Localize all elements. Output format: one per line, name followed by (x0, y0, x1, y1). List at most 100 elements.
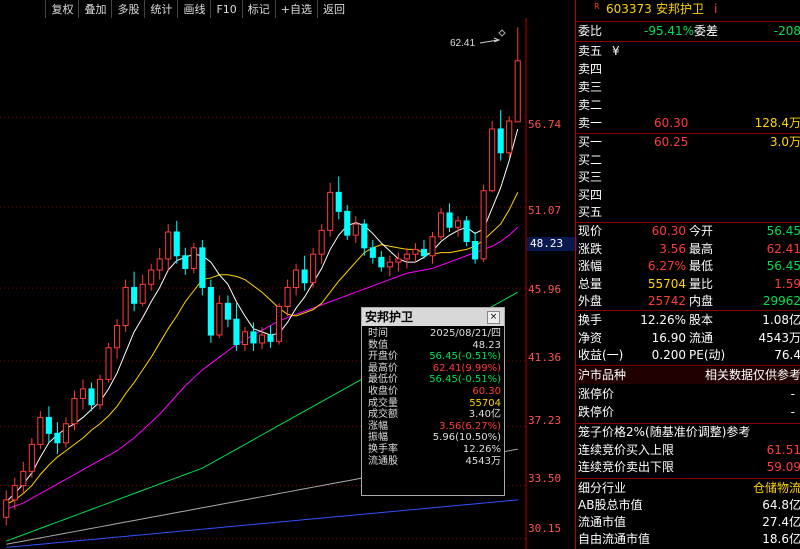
quote-row: 总量 55704 量比 1.59 (576, 276, 800, 293)
limit-up-label: 涨停价 (578, 387, 615, 401)
toolbar-f10-button[interactable]: F10 (210, 0, 241, 18)
candle (455, 216, 462, 237)
quote-value: 6.27% (647, 259, 686, 273)
candle (139, 274, 146, 307)
quote-panel: R 603373 安邦护卫 i 委比 -95.41% 委差 -208 卖五 ¥ 卖四… (575, 0, 800, 549)
candle (28, 438, 35, 478)
popup-row-value: 2025/08/21/四 (429, 328, 501, 339)
sell-level-row[interactable]: 卖四 (576, 61, 800, 78)
float-market-cap-label: 流通市值 (578, 515, 627, 529)
buy-level-label: 买二 (578, 152, 603, 167)
candle (472, 231, 479, 264)
sell-level-label: 卖二 (578, 98, 603, 112)
candle (20, 461, 27, 494)
candle (79, 379, 87, 410)
weicha-value: -208 (773, 24, 800, 38)
sell-level-label: 卖四 (578, 62, 603, 76)
buy-level-label: 买三 (578, 170, 603, 184)
stat-label-2: PE(动) (689, 348, 726, 362)
candle (420, 239, 428, 259)
close-icon[interactable]: × (487, 311, 500, 324)
stock-code: 603373 (606, 2, 652, 16)
limit-down-label: 跌停价 (578, 405, 615, 419)
popup-row-label: 涨幅 (368, 420, 388, 432)
sell-level-row[interactable]: 卖五 ¥ (576, 43, 800, 60)
candle (463, 216, 470, 247)
quote-value: 25742 (647, 294, 686, 308)
high-price-marker: 62.41 (450, 29, 506, 49)
price-axis-label: 45.96 (528, 283, 562, 296)
quote-label-2: 今开 (689, 224, 714, 238)
stat-value-2: 76.4 (774, 348, 800, 362)
popup-row-label: 振幅 (368, 432, 388, 444)
industry-label: 细分行业 (578, 481, 627, 495)
kline-chart-area[interactable]: 62.41 复权 叠加 多股 统计 画线 F10 标记 +自选 返回 56.74… (0, 0, 577, 549)
buy-level-label: 买五 (578, 205, 603, 219)
popup-row: 开盘价 56.45(-0.51%) (362, 351, 504, 363)
weicha-label: 委差 (694, 24, 719, 38)
candle (122, 279, 129, 332)
stat-row: 换手 12.26% 股本 1.08亿 (576, 312, 800, 329)
auction-sell-label: 连续竞价卖出下限 (578, 460, 675, 474)
toolbar-overlay-button[interactable]: 叠加 (78, 0, 111, 18)
candle (335, 176, 342, 220)
quote-label: 现价 (578, 224, 603, 238)
candle (352, 216, 359, 244)
high-price-marker-label: 62.41 (450, 38, 475, 49)
toolbar-fuquan-button[interactable]: 复权 (45, 0, 78, 18)
toolbar-back-button[interactable]: 返回 (317, 0, 350, 18)
info-icon[interactable]: i (714, 1, 717, 18)
candle (361, 219, 368, 256)
popup-row: 最低价 56.45(-0.51%) (362, 374, 504, 386)
popup-title: 安邦护卫 (362, 308, 504, 326)
sell-level-row[interactable]: 卖三 (576, 79, 800, 96)
popup-row-value: 3.40亿 (468, 409, 501, 421)
toolbar-stats-button[interactable]: 统计 (144, 0, 177, 18)
float-market-cap-value: 27.4亿 (762, 515, 800, 529)
stat-value-2: 1.08亿 (762, 313, 800, 327)
toolbar-multi-stock-button[interactable]: 多股 (111, 0, 144, 18)
buy-level-row[interactable]: 买三 (576, 169, 800, 186)
ab-market-cap-value: 64.8亿 (762, 498, 800, 512)
quote-row: 现价 60.30 今开 56.45 (576, 223, 800, 240)
popup-row-label: 开盘价 (368, 351, 398, 363)
buy-level-row[interactable]: 买五 (576, 204, 800, 221)
auction-sell-value: 59.09 (766, 460, 800, 474)
quote-label: 总量 (578, 276, 603, 291)
free-float-cap-label: 自由流通市值 (578, 532, 651, 546)
sell-level-row[interactable]: 卖一 60.30 128.4万 (576, 115, 800, 132)
candle (437, 208, 445, 240)
candle (514, 27, 521, 123)
popup-row-value: 5.96(10.50%) (432, 432, 501, 444)
sell-level-label: 卖三 (578, 80, 603, 94)
stock-name: 安邦护卫 (656, 2, 705, 16)
candle (480, 184, 487, 263)
market-row: 沪市品种 相关数据仅供参考 (576, 367, 800, 384)
candle (165, 224, 172, 272)
quote-value-2: 1.59 (774, 276, 800, 291)
free-float-cap-value: 18.6亿 (762, 532, 800, 546)
toolbar-add-favorite-button[interactable]: +自选 (274, 0, 317, 18)
candle (429, 231, 436, 264)
candle (156, 247, 163, 280)
current-price-label: 48.23 (527, 237, 577, 251)
popup-row-value: 55704 (469, 397, 501, 409)
buy-level-row[interactable]: 买二 (576, 152, 800, 169)
candle (3, 490, 10, 526)
buy1-price: 60.25 (654, 135, 689, 149)
stat-label: 收益(一) (578, 348, 624, 362)
ab-market-cap-row: AB股总市值 64.8亿 (576, 497, 800, 514)
sell-level-row[interactable]: 卖二 (576, 97, 800, 114)
popup-row-label: 收盘价 (368, 385, 398, 397)
quote-label-2: 最低 (689, 259, 714, 273)
toolbar-draw-line-button[interactable]: 画线 (177, 0, 210, 18)
industry-value[interactable]: 仓储物流 (753, 480, 800, 497)
buy-level-row[interactable]: 买四 (576, 187, 800, 204)
stat-label: 净资 (578, 330, 603, 345)
popup-row: 振幅 5.96(10.50%) (362, 432, 504, 444)
toolbar-mark-button[interactable]: 标记 (241, 0, 275, 18)
buy-level-row[interactable]: 买一 60.25 3.0万 (576, 134, 800, 151)
candle (344, 205, 351, 240)
industry-row: 细分行业 仓储物流 (576, 480, 800, 497)
chart-toolbar: 复权 叠加 多股 统计 画线 F10 标记 +自选 返回 (45, 0, 350, 18)
